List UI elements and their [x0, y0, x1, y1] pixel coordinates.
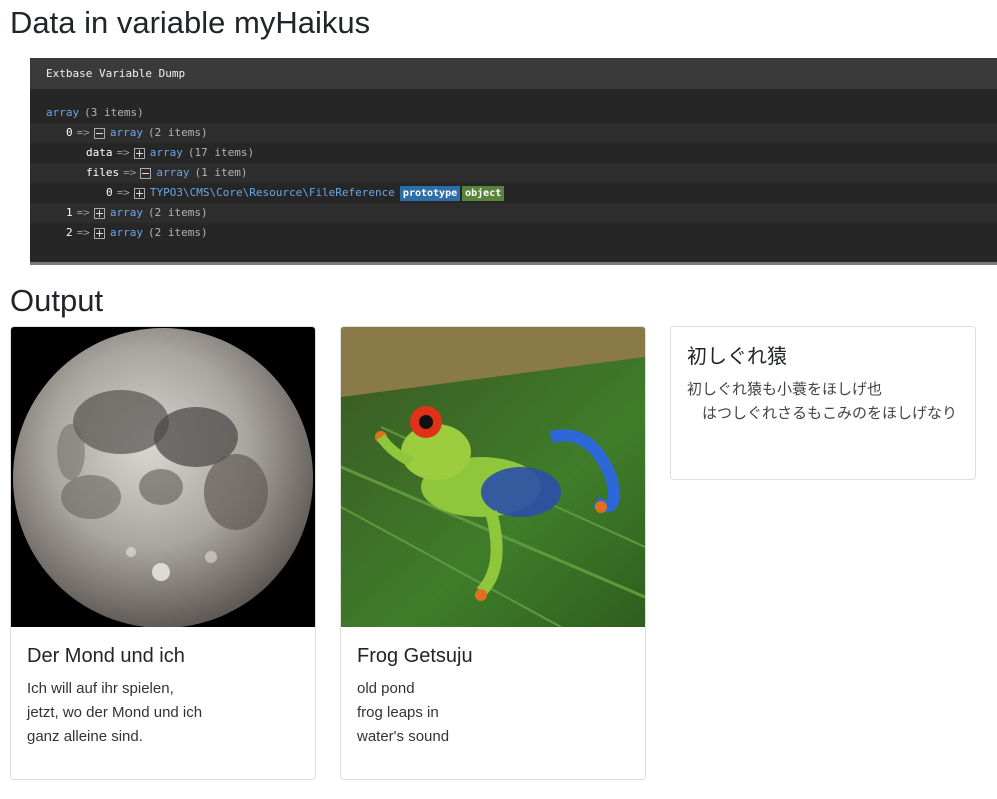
card-text: Ich will auf ihr spielen, jetzt, wo der …: [27, 680, 203, 745]
dump-count: (1 item): [194, 166, 248, 179]
dump-row-item-1[interactable]: 1 => array (2 items): [30, 203, 997, 223]
collapse-icon[interactable]: [93, 127, 105, 139]
dump-row-data[interactable]: data => array (17 items): [30, 143, 997, 163]
output-section-heading: Output: [10, 283, 104, 318]
dump-row-item-0[interactable]: 0 => array (2 items): [30, 123, 997, 143]
dump-tree: array (3 items) 0 => array (2 items) dat…: [30, 89, 997, 243]
moon-image: [11, 327, 315, 627]
collapse-icon[interactable]: [140, 167, 152, 179]
dump-type: array: [149, 146, 183, 159]
dump-key: files: [86, 166, 120, 179]
dump-count: (3 items): [84, 106, 144, 119]
dump-arrow: =>: [116, 146, 130, 159]
data-section-heading: Data in variable myHaikus: [10, 5, 371, 40]
dump-arrow: =>: [76, 206, 90, 219]
dump-arrow: =>: [76, 226, 90, 239]
dump-type: array: [156, 166, 190, 179]
dump-count: (17 items): [187, 146, 255, 159]
haiku-card: 初しぐれ猿 初しぐれ猿も小蓑をほしげ也 はつしぐれさるもこみのをほしげなり: [670, 326, 976, 480]
expand-icon[interactable]: [93, 227, 105, 239]
card-body: 初しぐれ猿 初しぐれ猿も小蓑をほしげ也 はつしぐれさるもこみのをほしげなり: [671, 327, 975, 426]
dump-arrow: =>: [76, 126, 90, 139]
card-title: Frog Getsuju: [357, 645, 473, 667]
dump-key: 0: [66, 126, 73, 139]
expand-icon[interactable]: [133, 187, 145, 199]
expand-icon[interactable]: [93, 207, 105, 219]
dump-row-item-2[interactable]: 2 => array (2 items): [30, 223, 997, 243]
dump-count: (2 items): [148, 226, 208, 239]
dump-row-files[interactable]: files => array (1 item): [30, 163, 997, 183]
dump-type: TYPO3\CMS\Core\Resource\FileReference: [149, 186, 395, 199]
dump-key: 0: [106, 186, 113, 199]
dump-arrow: =>: [123, 166, 137, 179]
dump-type: array: [46, 106, 80, 119]
dump-count: (2 items): [148, 126, 208, 139]
tree-frog-image: [341, 327, 645, 627]
variable-dump-panel: Extbase Variable Dump array (3 items) 0 …: [30, 58, 997, 265]
dump-type: array: [109, 126, 143, 139]
object-badge: object: [462, 185, 505, 201]
expand-icon[interactable]: [133, 147, 145, 159]
haiku-card: Frog Getsuju old pond frog leaps in wate…: [340, 326, 646, 780]
dump-type: array: [109, 226, 143, 239]
haiku-card: Der Mond und ich Ich will auf ihr spiele…: [10, 326, 316, 780]
dump-key: 1: [66, 206, 73, 219]
card-title: 初しぐれ猿: [687, 346, 787, 368]
card-body: Der Mond und ich Ich will auf ihr spiele…: [11, 627, 315, 749]
card-text: 初しぐれ猿も小蓑をほしげ也 はつしぐれさるもこみのをほしげなり: [687, 381, 958, 422]
dump-key: data: [86, 146, 113, 159]
dump-type: array: [109, 206, 143, 219]
page: Data in variable myHaikus Extbase Variab…: [0, 0, 997, 799]
prototype-badge: prototype: [399, 185, 461, 201]
dump-arrow: =>: [116, 186, 130, 199]
dump-row-root: array (3 items): [30, 103, 997, 123]
dump-header: Extbase Variable Dump: [30, 58, 997, 89]
dump-count: (2 items): [148, 206, 208, 219]
card-text: old pond frog leaps in water's sound: [357, 680, 450, 745]
dump-key: 2: [66, 226, 73, 239]
dump-row-file-0[interactable]: 0 => TYPO3\CMS\Core\Resource\FileReferen…: [30, 183, 997, 203]
card-title: Der Mond und ich: [27, 645, 185, 667]
card-body: Frog Getsuju old pond frog leaps in wate…: [341, 627, 645, 749]
